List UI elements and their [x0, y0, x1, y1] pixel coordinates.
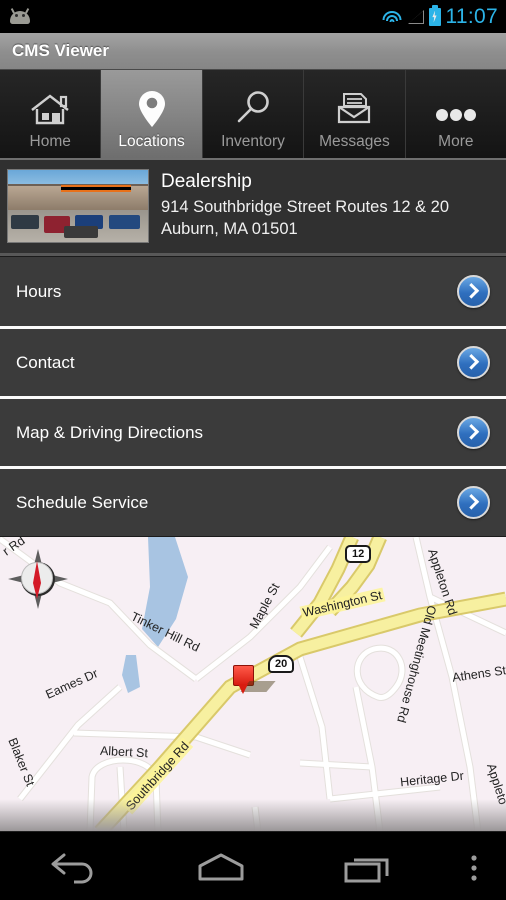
- tab-inventory-label: Inventory: [221, 133, 285, 150]
- map-marker-pin-icon[interactable]: [233, 665, 276, 694]
- list-item-schedule-service[interactable]: Schedule Service: [0, 466, 506, 536]
- android-robot-icon: [8, 7, 32, 25]
- list-item-label: Map & Driving Directions: [16, 422, 204, 442]
- list-item-label: Schedule Service: [16, 492, 149, 512]
- dealership-thumbnail: [7, 169, 149, 243]
- status-bar: 11:07: [0, 0, 506, 33]
- location-options-list: Hours Contact Map & Driving Directions S…: [0, 256, 506, 536]
- location-header: Dealership 914 Southbridge Street Routes…: [0, 160, 506, 256]
- system-navigation-bar[interactable]: [0, 831, 506, 900]
- location-detail-content: Dealership 914 Southbridge Street Routes…: [0, 160, 506, 536]
- map-pin-icon: [136, 85, 168, 133]
- map-bottom-fade: [0, 799, 506, 831]
- route-shield-20: 20: [268, 655, 295, 673]
- list-item-label: Contact: [16, 352, 75, 372]
- app-title: CMS Viewer: [12, 41, 110, 60]
- status-bar-clock: 11:07: [445, 4, 498, 28]
- tab-more[interactable]: More: [404, 70, 506, 158]
- wifi-icon: [382, 9, 402, 25]
- tab-messages-label: Messages: [319, 133, 390, 150]
- home-icon: [28, 85, 72, 133]
- tab-locations[interactable]: Locations: [100, 70, 202, 158]
- chevron-right-icon[interactable]: [457, 486, 490, 519]
- list-item-label: Hours: [16, 281, 62, 301]
- list-item-hours[interactable]: Hours: [0, 256, 506, 326]
- magnifier-icon: [232, 85, 274, 133]
- map-view[interactable]: 12 20 r Rd Tinker Hill Rd Maple St Washi…: [0, 536, 506, 831]
- envelope-icon: [333, 85, 375, 133]
- list-item-contact[interactable]: Contact: [0, 326, 506, 396]
- cellular-signal-icon: [407, 9, 424, 24]
- app-title-bar: CMS Viewer: [0, 33, 506, 70]
- compass-rose-icon[interactable]: [8, 549, 68, 609]
- status-icons: 11:07: [382, 4, 499, 29]
- map-label-albert-st: Albert St: [99, 743, 149, 761]
- ellipsis-icon: [430, 85, 482, 133]
- tab-home-label: Home: [29, 133, 71, 150]
- location-address-line1: 914 Southbridge Street Routes 12 & 20: [161, 198, 450, 216]
- tab-inventory[interactable]: Inventory: [201, 70, 304, 158]
- tab-home[interactable]: Home: [0, 70, 101, 158]
- battery-charging-icon: [428, 4, 441, 26]
- recent-apps-icon[interactable]: [295, 851, 442, 885]
- location-address-line2: Auburn, MA 01501: [161, 220, 298, 239]
- chevron-right-icon[interactable]: [457, 275, 490, 308]
- tab-messages[interactable]: Messages: [303, 70, 405, 158]
- chevron-right-icon[interactable]: [457, 346, 490, 379]
- chevron-right-icon[interactable]: [457, 416, 490, 449]
- location-name: Dealership: [161, 171, 252, 192]
- overflow-menu-icon[interactable]: [442, 851, 506, 885]
- tab-locations-label: Locations: [118, 133, 185, 150]
- home-nav-icon[interactable]: [147, 851, 294, 885]
- tab-bar[interactable]: Home Locations Inventory Messages More: [0, 70, 506, 160]
- tab-more-label: More: [438, 133, 474, 150]
- list-item-map-driving-directions[interactable]: Map & Driving Directions: [0, 396, 506, 466]
- route-shield-12: 12: [345, 545, 372, 563]
- back-icon[interactable]: [0, 851, 147, 885]
